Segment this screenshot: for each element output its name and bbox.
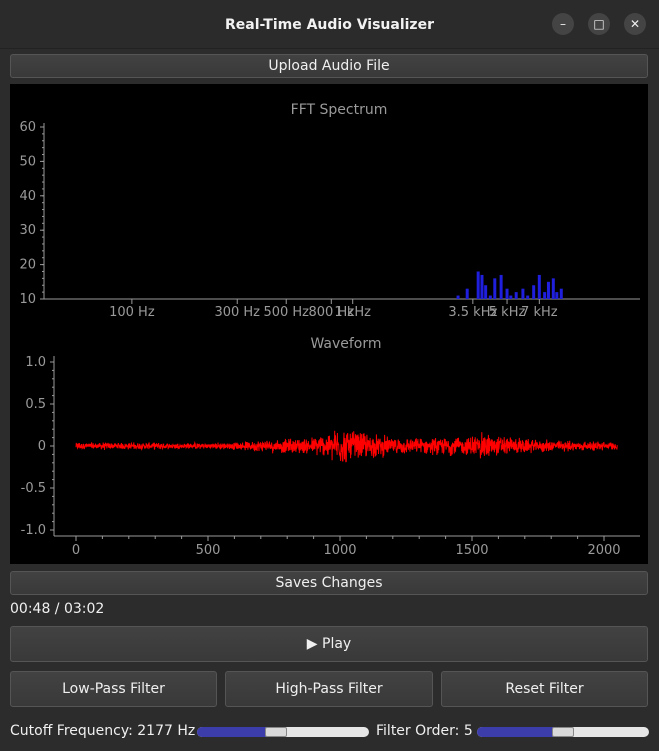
- fft-bars: [456, 271, 563, 299]
- low-pass-filter-button[interactable]: Low-Pass Filter: [10, 671, 217, 707]
- fft-bar: [555, 292, 559, 299]
- fft-x-tick-label: 1 kHz: [334, 305, 371, 320]
- waveform-y-tick-label: 0.5: [25, 397, 46, 412]
- waveform-line: [75, 430, 618, 463]
- slider-handle[interactable]: [265, 727, 287, 737]
- fft-y-tick-label: 20: [19, 258, 36, 273]
- play-button[interactable]: ▶ Play: [10, 626, 648, 662]
- fft-x-tick-label: 5 kHz: [489, 305, 526, 320]
- fft-x-tick-label: 300 Hz: [214, 305, 260, 320]
- fft-bar: [551, 278, 555, 299]
- waveform-y-tick-label: 1.0: [25, 355, 46, 370]
- title-bar: Real-Time Audio Visualizer – □ ✕: [0, 0, 659, 49]
- fft-y-tick-label: 60: [19, 120, 36, 135]
- maximize-icon[interactable]: □: [588, 13, 610, 35]
- fft-x-tick-label: 7 kHz: [521, 305, 558, 320]
- fft-bar: [488, 295, 492, 299]
- waveform-axes: 1.0 0.5 0 -0.5 -1.0 0 500 1000 1500 2000: [21, 355, 640, 558]
- fft-bar: [559, 288, 563, 299]
- waveform-y-tick-label: -1.0: [21, 523, 46, 538]
- fft-y-tick-label: 30: [19, 223, 36, 238]
- reset-filter-button[interactable]: Reset Filter: [441, 671, 648, 707]
- fft-bar: [484, 285, 488, 299]
- filter-order-label: Filter Order: 5: [376, 723, 473, 739]
- waveform-y-tick-label: -0.5: [21, 481, 46, 496]
- fft-x-tick-label: 100 Hz: [109, 305, 155, 320]
- high-pass-filter-button[interactable]: High-Pass Filter: [225, 671, 433, 707]
- fft-bar: [465, 288, 469, 299]
- waveform-x-tick-label: 2000: [587, 543, 620, 558]
- close-icon[interactable]: ✕: [624, 13, 646, 35]
- fft-bar: [537, 274, 541, 299]
- fft-y-tick-label: 40: [19, 189, 36, 204]
- fft-bar: [493, 278, 497, 299]
- save-changes-button[interactable]: Saves Changes: [10, 571, 648, 595]
- fft-bar: [499, 274, 503, 299]
- fft-bar: [543, 292, 547, 299]
- fft-y-tick-label: 50: [19, 154, 36, 169]
- slider-fill: [197, 727, 267, 737]
- fft-bar: [476, 271, 480, 299]
- waveform-y-tick-label: 0: [38, 439, 46, 454]
- fft-y-tick-label: 10: [19, 292, 36, 307]
- fft-bar: [521, 288, 525, 299]
- time-display: 00:48 / 03:02: [10, 601, 105, 617]
- fft-bar: [456, 295, 460, 299]
- fft-bar: [514, 292, 518, 299]
- filter-order-slider[interactable]: [477, 727, 649, 737]
- minimize-icon[interactable]: –: [552, 13, 574, 35]
- cutoff-frequency-slider[interactable]: [197, 727, 369, 737]
- waveform-title: Waveform: [310, 336, 381, 352]
- waveform-x-tick-label: 1500: [455, 543, 488, 558]
- fft-bar: [505, 288, 509, 299]
- fft-bar: [509, 295, 513, 299]
- fft-bar: [546, 281, 550, 299]
- slider-fill: [477, 727, 554, 737]
- slider-handle[interactable]: [552, 727, 574, 737]
- waveform-x-tick-label: 0: [72, 543, 80, 558]
- cutoff-frequency-label: Cutoff Frequency: 2177 Hz: [10, 723, 196, 739]
- plots-canvas: FFT Spectrum 605040302010100 Hz 300 Hz 500…: [19, 102, 640, 558]
- waveform-x-tick-label: 1000: [323, 543, 356, 558]
- fft-bar: [526, 295, 530, 299]
- upload-audio-button[interactable]: Upload Audio File: [10, 54, 648, 78]
- waveform-x-tick-label: 500: [196, 543, 221, 558]
- fft-title: FFT Spectrum: [291, 102, 388, 118]
- fft-axes: 605040302010100 Hz 300 Hz 500 Hz 800 Hz1 kH…: [19, 120, 640, 320]
- plot-panel: FFT Spectrum 60 50 40 30 20 10 100 Hz 300 Hz 500…: [10, 84, 648, 564]
- fft-bar: [532, 285, 536, 299]
- fft-x-tick-label: 500 Hz: [263, 305, 309, 320]
- fft-bar: [480, 274, 484, 299]
